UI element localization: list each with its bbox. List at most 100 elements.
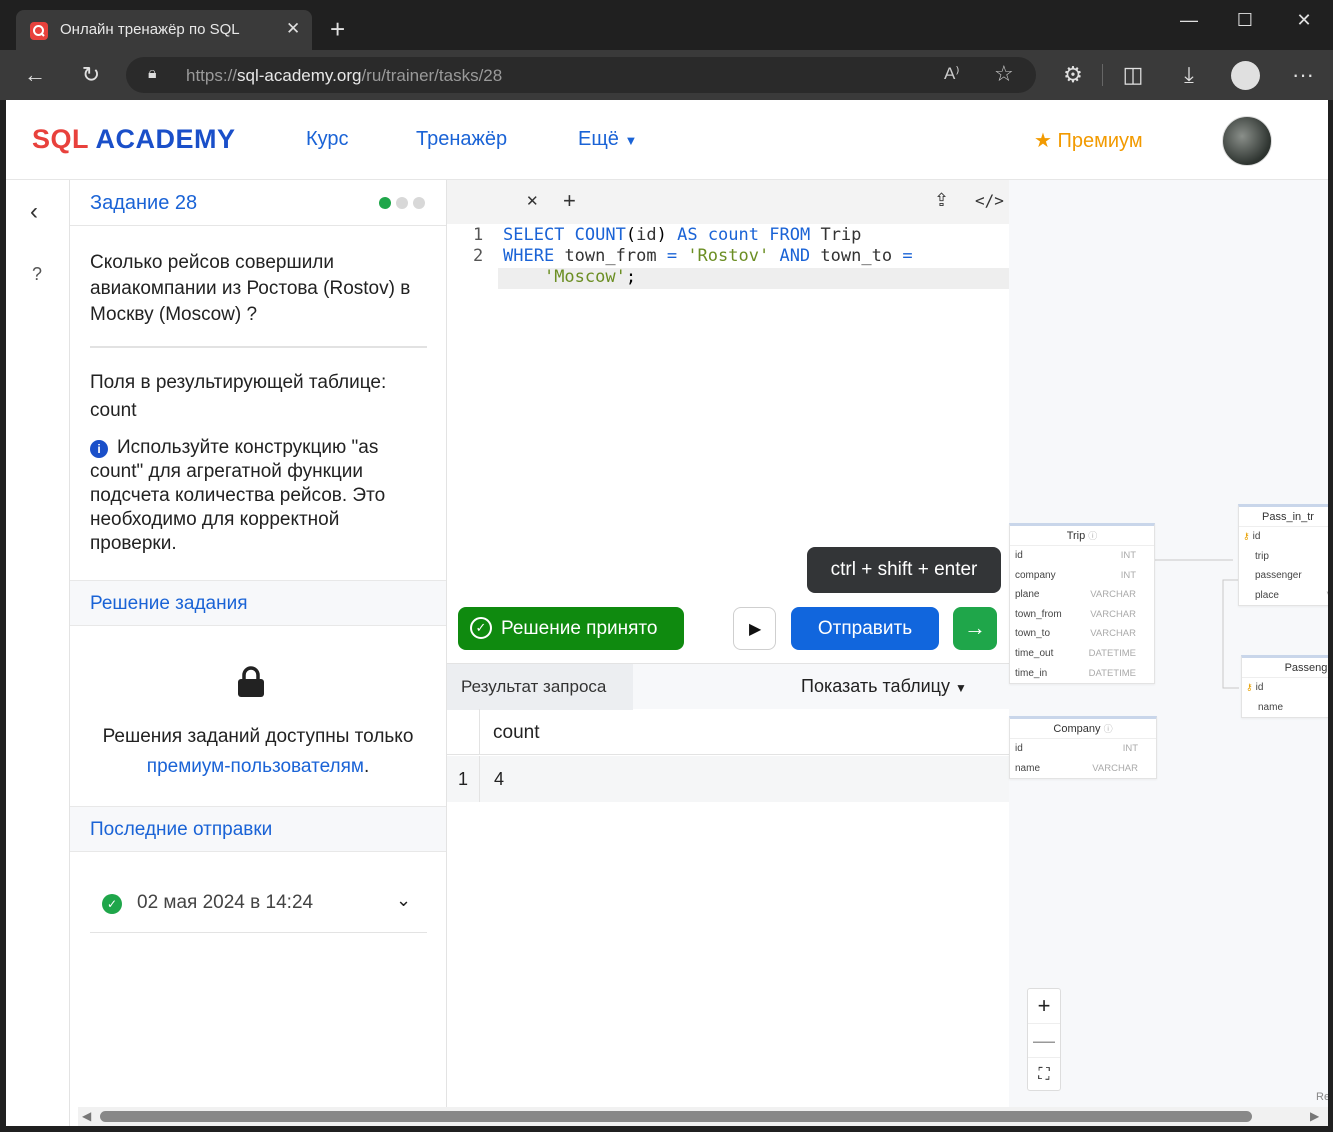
column-row: company INT [1015,569,1136,581]
divider [70,225,446,226]
locked-text-line2: премиум-пользователям. [146,756,370,777]
table-row: 1 4 [447,756,1009,802]
collapse-panel-icon[interactable]: ‹ [30,198,38,226]
new-tab-icon[interactable]: + [330,16,345,42]
result-header-row: count [447,709,1009,755]
column-row: plane VARCHAR [1015,589,1136,601]
back-icon[interactable]: ← [20,62,50,88]
premium-link[interactable]: ★ Премиум [1034,128,1143,153]
difficulty-dot [379,197,391,209]
table-trip[interactable]: Trip ⓘ id INT company INT plane VARCHAR tow… [1009,523,1155,685]
solution-heading: Решение задания [90,593,248,614]
next-task-button[interactable]: → [953,607,997,650]
horizontal-scrollbar[interactable]: ◀ ▶ [78,1107,1328,1126]
user-avatar[interactable] [1222,116,1272,166]
run-button[interactable]: ▶ [733,607,776,650]
sql-code[interactable]: SELECT COUNT(id) AS count FROM Trip WHER… [503,225,913,288]
column-row: name VARCHAR [1015,762,1138,774]
arrow-right-icon: → [964,615,986,640]
zoom-controls: + — ⛶ [1027,988,1061,1091]
solution-accepted-badge: ✓ Решение принято [458,607,684,650]
fields-value: count [90,400,137,421]
close-window-icon[interactable]: ✕ [1281,10,1327,31]
tab-close-icon[interactable]: ✕ [286,19,300,39]
scrollbar-thumb[interactable] [100,1111,1252,1122]
column-row: town_to VARCHAR [1015,628,1136,640]
profile-icon[interactable] [1231,61,1260,90]
chevron-down-icon: ▼ [954,681,967,695]
column-row: name [1258,701,1284,713]
row-number: 1 [447,756,480,802]
read-aloud-icon[interactable]: A⁾ [944,64,960,84]
info-icon: ⓘ [1103,724,1113,734]
premium-users-link[interactable]: премиум-пользователям [147,756,364,777]
more-menu-icon[interactable]: ··· [1288,62,1318,88]
reload-icon[interactable]: ↻ [76,62,106,88]
scroll-left-icon[interactable]: ◀ [82,1109,91,1123]
recent-heading: Последние отправки [90,819,273,840]
column-row: town_from VARCHAR [1015,608,1136,620]
extensions-icon[interactable]: ⚙ [1058,62,1088,88]
zoom-in-icon[interactable]: + [1028,989,1060,1023]
result-bar: Результат запроса Показать таблицу ▼ [447,663,1009,710]
favorite-star-icon[interactable]: ☆ [994,61,1014,87]
site-header: SQL ACADEMY Курс Тренажёр Ещё ▼ ★ Премиу… [6,100,1328,180]
minimize-icon[interactable]: — [1166,10,1212,31]
table-company[interactable]: Company ⓘ id INT name VARCHAR [1009,716,1157,780]
table-pass-in-trip[interactable]: Pass_in_tr ⚷id trip passenger placeV [1238,504,1328,607]
difficulty-dot [396,197,408,209]
schema-diagram[interactable]: Trip ⓘ id INT company INT plane VARCHAR tow… [1009,180,1328,1126]
column-row: time_out DATETIME [1015,647,1136,659]
submission-date: 02 мая 2024 в 14:24 [137,892,314,913]
downloads-icon[interactable]: ⤓ [1174,62,1204,88]
page: SQL ACADEMY Курс Тренажёр Ещё ▼ ★ Премиу… [6,100,1328,1126]
column-row: id INT [1015,550,1136,561]
site-favicon-icon [30,22,48,40]
left-rail: ‹ ? [6,180,70,1126]
editor-tab[interactable]: ✕ [447,180,552,224]
split-screen-icon[interactable]: ◫ [1118,62,1148,88]
nav-course[interactable]: Курс [306,128,349,151]
address-bar[interactable]: 🔒︎ https://sql-academy.org/ru/trainer/ta… [126,57,1036,93]
browser-tab[interactable]: Онлайн тренажёр по SQL ✕ [16,10,312,50]
show-table-dropdown[interactable]: Показать таблицу ▼ [801,676,967,697]
star-icon: ★ [1034,130,1052,152]
maximize-icon[interactable]: ☐ [1222,10,1268,31]
submission-item[interactable]: ✓ 02 мая 2024 в 14:24 ⌄ [90,882,427,933]
task-panel: Задание 28 Сколько рейсов совершили авиа… [70,180,447,1126]
chevron-down-icon: ▼ [624,133,638,148]
format-code-icon[interactable]: </> [975,191,1004,210]
nav-more[interactable]: Ещё ▼ [578,128,637,151]
help-icon[interactable]: ? [32,264,42,285]
solution-section-header[interactable]: Решение задания [70,580,446,626]
close-tab-icon[interactable]: ✕ [526,192,539,210]
editor-tabs: ✕ + ⇪ </> [447,180,1009,224]
task-question: Сколько рейсов совершили авиакомпании из… [90,252,411,325]
column-row: time_in DATETIME [1015,667,1136,679]
column-row: ⚷ id [1243,531,1261,542]
add-tab-icon[interactable]: + [563,188,576,214]
shortcut-tooltip: ctrl + shift + enter [807,547,1001,593]
chevron-down-icon[interactable]: ⌄ [396,890,411,911]
browser-titlebar: Онлайн тренажёр по SQL ✕ + — ☐ ✕ [0,0,1333,50]
scroll-right-icon[interactable]: ▶ [1310,1109,1319,1123]
recent-section-header[interactable]: Последние отправки [70,806,446,852]
lock-icon[interactable]: 🔒︎ [148,65,157,83]
table-passenger[interactable]: Passeng ⚷ id name [1241,655,1328,719]
share-icon[interactable]: ⇪ [934,190,949,211]
toolbar-divider [1102,64,1103,86]
nav-trainer[interactable]: Тренажёр [416,128,507,151]
column-header: count [493,722,540,743]
submit-button[interactable]: Отправить [791,607,939,650]
result-tab[interactable]: Результат запроса [447,664,633,710]
column-row: passenger [1255,570,1302,582]
info-icon: ⓘ [1088,531,1098,541]
column-row: ⚷ id [1246,682,1264,693]
watermark: Re [1316,1091,1328,1103]
task-title: Задание 28 [90,192,198,214]
fit-view-icon[interactable]: ⛶ [1028,1057,1060,1091]
table-title: Pass_in_tr [1239,507,1328,527]
site-logo[interactable]: SQL ACADEMY [32,124,236,155]
url-text[interactable]: https://sql-academy.org/ru/trainer/tasks… [186,66,502,86]
zoom-out-icon[interactable]: — [1028,1023,1060,1057]
